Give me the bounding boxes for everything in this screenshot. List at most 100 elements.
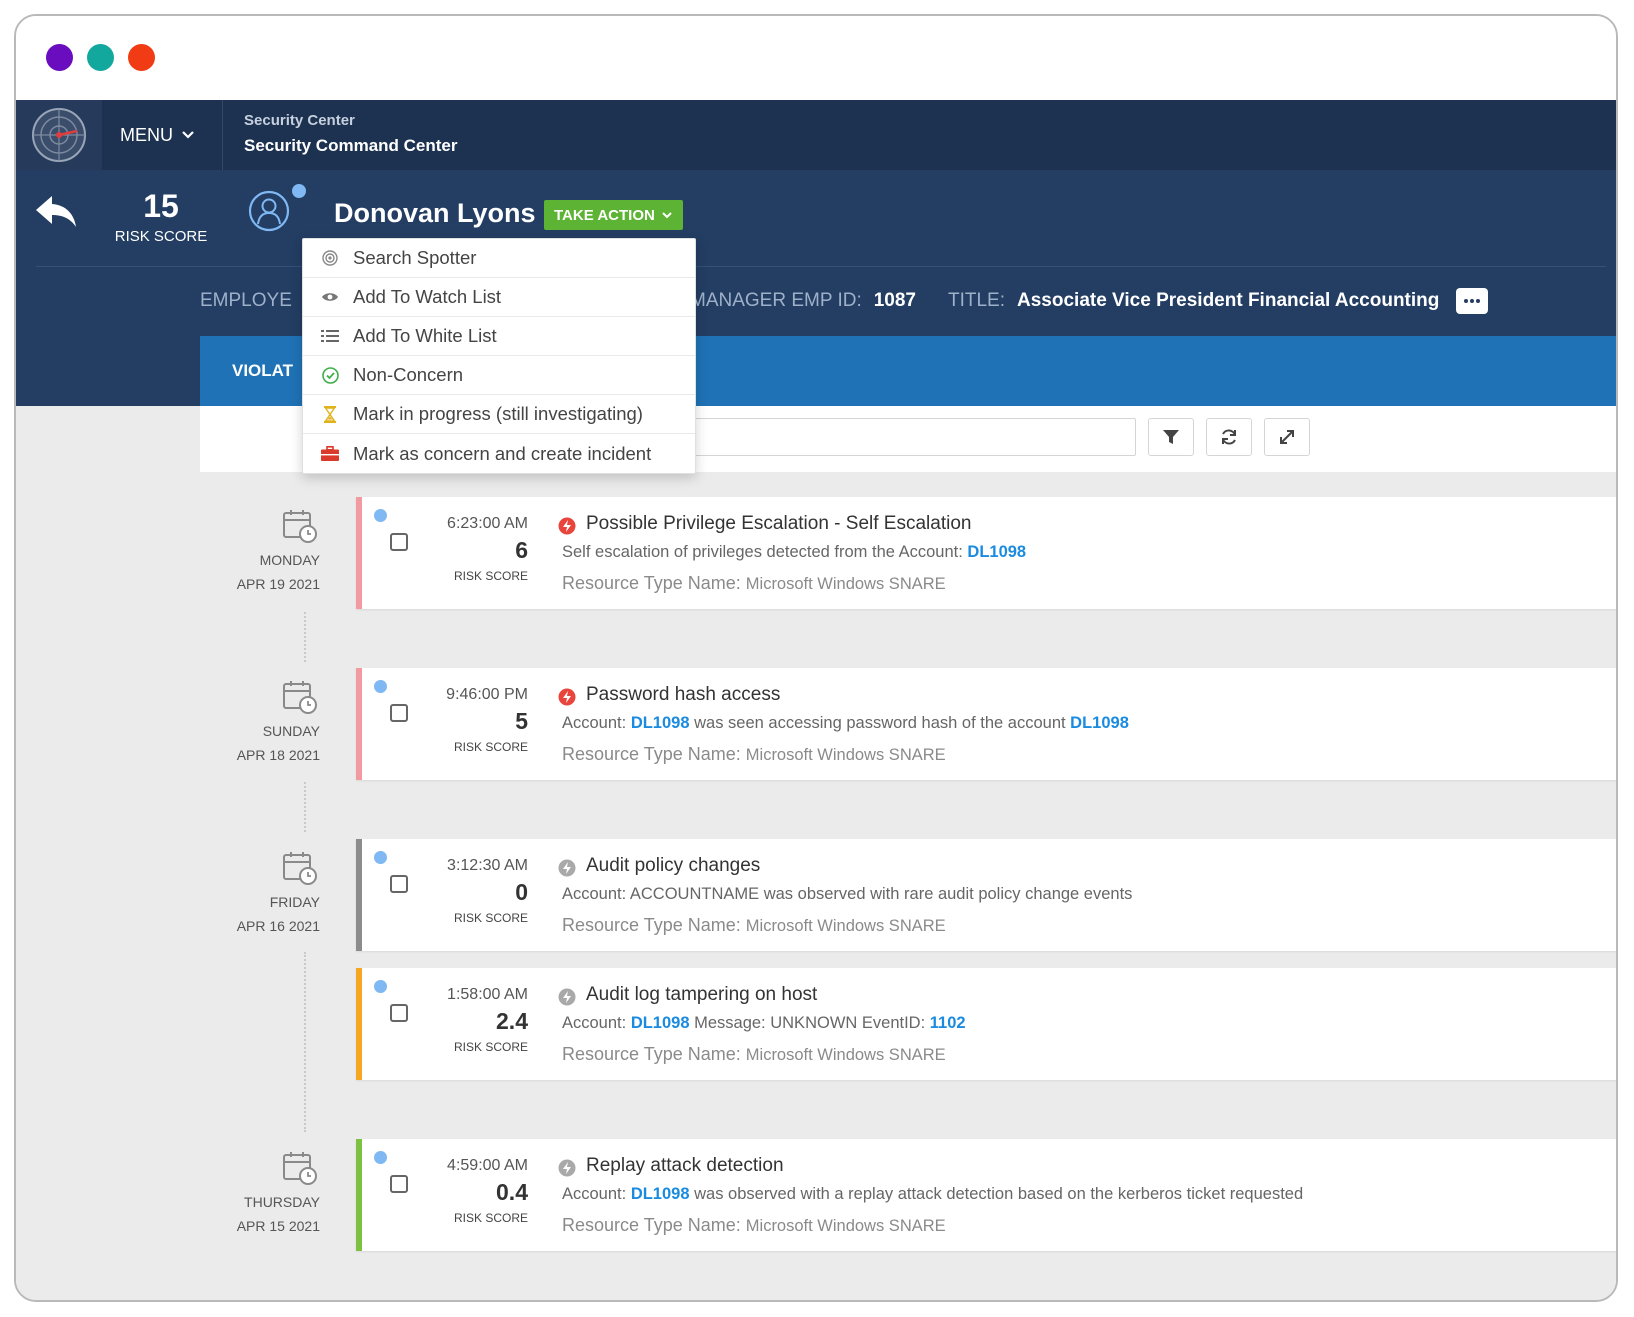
day-name: FRIDAY: [269, 894, 320, 910]
event-card[interactable]: 6:23:00 AM 6 RISK SCORE Possible Privile…: [356, 497, 1616, 609]
resource-type-value: Microsoft Windows SNARE: [745, 1046, 946, 1064]
hourglass-icon: [321, 405, 339, 423]
account-link[interactable]: DL1098: [1070, 714, 1129, 732]
expand-button[interactable]: [1264, 418, 1310, 456]
employee-label: EMPLOYE: [200, 290, 292, 311]
calendar-clock-icon: [283, 852, 317, 885]
event-time: 1:58:00 AM: [447, 986, 528, 1003]
event-title[interactable]: Possible Privilege Escalation - Self Esc…: [586, 513, 971, 535]
timeline-connector: [304, 782, 306, 832]
manager-label: MANAGER EMP ID:: [690, 290, 862, 311]
check-circle-icon: [321, 366, 339, 384]
event-risk-score: 5: [515, 708, 528, 734]
event-risk-label: RISK SCORE: [453, 1040, 528, 1054]
event-risk-label: RISK SCORE: [453, 911, 528, 925]
account-link[interactable]: DL1098: [967, 543, 1026, 561]
description-text: was seen accessing password hash of the …: [694, 714, 1066, 732]
event-checkbox[interactable]: [390, 704, 408, 722]
radar-logo-icon[interactable]: [16, 100, 102, 170]
resource-type-label: Resource Type Name:: [562, 573, 741, 593]
resource-type: Resource Type Name: Microsoft Windows SN…: [562, 915, 946, 936]
menu-item-label: Mark as concern and create incident: [353, 442, 652, 464]
resource-type-label: Resource Type Name:: [562, 744, 741, 764]
event-checkbox[interactable]: [390, 1175, 408, 1193]
menu-button[interactable]: MENU: [120, 100, 195, 170]
event-time: 3:12:30 AM: [447, 857, 528, 874]
filter-button[interactable]: [1148, 418, 1194, 456]
menu-label: MENU: [120, 124, 173, 145]
unread-dot: [374, 509, 387, 522]
event-title[interactable]: Audit log tampering on host: [586, 984, 817, 1006]
event-card[interactable]: 9:46:00 PM 5 RISK SCORE Password hash ac…: [356, 668, 1616, 780]
back-arrow-icon[interactable]: [34, 194, 78, 235]
menu-item-non-concern[interactable]: Non-Concern: [303, 356, 695, 395]
employee-field: EMPLOYE: [200, 286, 304, 316]
event-id-link[interactable]: 1102: [930, 1014, 966, 1032]
event-card[interactable]: 3:12:30 AM 0 RISK SCORE Audit policy cha…: [356, 839, 1616, 951]
description-text: Account:: [562, 1014, 627, 1032]
event-time: 9:46:00 PM: [446, 686, 528, 703]
event-description: Self escalation of privileges detected f…: [562, 543, 1026, 562]
account-link[interactable]: DL1098: [631, 714, 690, 732]
event-card[interactable]: 4:59:00 AM 0.4 RISK SCORE Replay attack …: [356, 1139, 1616, 1251]
account-link[interactable]: DL1098: [631, 1014, 690, 1032]
event-checkbox[interactable]: [390, 875, 408, 893]
title-value: Associate Vice President Financial Accou…: [1017, 290, 1440, 311]
low-severity-icon: [558, 988, 576, 1006]
day-name: THURSDAY: [244, 1194, 320, 1210]
ellipsis-icon: [1464, 299, 1468, 303]
resource-type: Resource Type Name: Microsoft Windows SN…: [562, 1044, 946, 1065]
user-avatar-icon[interactable]: [248, 190, 290, 237]
chevron-down-icon: [182, 131, 194, 139]
event-card[interactable]: 1:58:00 AM 2.4 RISK SCORE Audit log tamp…: [356, 968, 1616, 1080]
breadcrumb[interactable]: Security Center: [244, 112, 355, 129]
event-title[interactable]: Replay attack detection: [586, 1155, 784, 1177]
user-name: Donovan Lyons: [334, 198, 536, 228]
menu-item-label: Search Spotter: [353, 247, 477, 268]
resource-type: Resource Type Name: Microsoft Windows SN…: [562, 744, 946, 765]
list-icon: [321, 327, 339, 345]
menu-item-add-to-white-list[interactable]: Add To White List: [303, 317, 695, 356]
description-text: Account:: [562, 1185, 627, 1203]
page-title: Security Command Center: [244, 136, 458, 155]
window-dot-purple[interactable]: [46, 44, 73, 71]
target-icon: [321, 249, 339, 267]
event-description: Account: DL1098 was observed with a repl…: [562, 1185, 1303, 1204]
ellipsis-dot: [1476, 299, 1480, 303]
briefcase-icon: [321, 445, 339, 463]
menu-item-mark-as-concern[interactable]: Mark as concern and create incident: [303, 434, 695, 473]
day-date: APR 19 2021: [236, 576, 320, 592]
unread-dot: [374, 1151, 387, 1164]
profile-divider: [36, 266, 1606, 267]
user-profile-header: 15 RISK SCORE Donovan Lyons TAKE ACTION …: [16, 170, 1616, 406]
description-text: Self escalation of privileges detected f…: [562, 543, 963, 561]
account-link[interactable]: DL1098: [631, 1185, 690, 1203]
more-options-button[interactable]: [1456, 288, 1488, 314]
resource-type-value: Microsoft Windows SNARE: [745, 575, 946, 593]
window-dot-red[interactable]: [128, 44, 155, 71]
event-checkbox[interactable]: [390, 533, 408, 551]
event-time: 4:59:00 AM: [447, 1157, 528, 1174]
take-action-label: TAKE ACTION: [554, 206, 655, 224]
event-risk-label: RISK SCORE: [453, 740, 528, 754]
event-description: Account: DL1098 was seen accessing passw…: [562, 714, 1129, 733]
event-risk-score: 6: [515, 537, 528, 563]
event-title[interactable]: Password hash access: [586, 684, 780, 706]
event-title[interactable]: Audit policy changes: [586, 855, 760, 877]
day-group: MONDAY APR 19 2021: [220, 508, 320, 592]
tab-violations[interactable]: VIOLAT: [232, 361, 293, 381]
day-date: APR 15 2021: [236, 1218, 320, 1234]
take-action-button[interactable]: TAKE ACTION: [544, 200, 683, 230]
day-date: APR 18 2021: [236, 747, 320, 763]
menu-item-search-spotter[interactable]: Search Spotter: [303, 239, 695, 278]
resource-type-label: Resource Type Name:: [562, 915, 741, 935]
refresh-button[interactable]: [1206, 418, 1252, 456]
description-text: was observed with a replay attack detect…: [694, 1185, 1304, 1203]
event-checkbox[interactable]: [390, 1004, 408, 1022]
event-risk-score: 2.4: [496, 1008, 528, 1034]
day-group: SUNDAY APR 18 2021: [220, 679, 320, 763]
resource-type: Resource Type Name: Microsoft Windows SN…: [562, 573, 946, 594]
menu-item-add-to-watch-list[interactable]: Add To Watch List: [303, 278, 695, 317]
window-dot-teal[interactable]: [87, 44, 114, 71]
menu-item-mark-in-progress[interactable]: Mark in progress (still investigating): [303, 395, 695, 434]
